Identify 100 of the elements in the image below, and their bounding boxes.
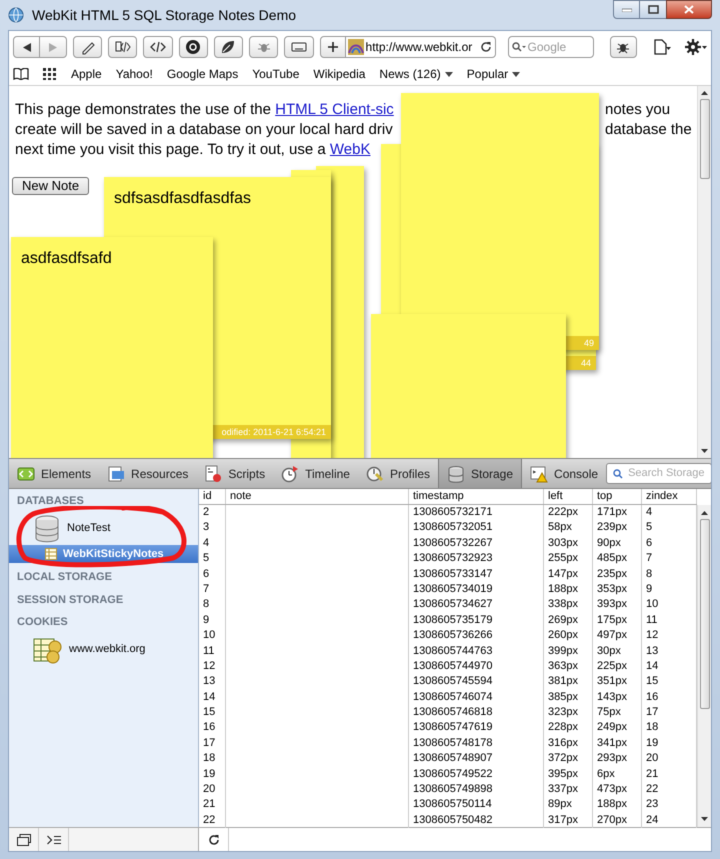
table-cell: 21 <box>199 797 226 813</box>
bookmark-link[interactable]: News (126) <box>379 65 453 83</box>
table-cell: 235px <box>593 566 642 582</box>
table-cell: 6px <box>593 766 642 782</box>
caret-down-icon <box>444 72 453 76</box>
table-cell: 228px <box>544 720 593 736</box>
table-cell: 17 <box>199 736 226 752</box>
column-header[interactable]: top <box>593 489 642 504</box>
page-menu-button[interactable] <box>652 39 671 55</box>
table-cell: 222px <box>544 505 593 520</box>
close-button[interactable] <box>666 0 712 19</box>
table-cell: 385px <box>544 690 593 706</box>
at-button[interactable] <box>178 36 208 58</box>
devtools-tab[interactable]: Elements <box>9 459 100 488</box>
table-cell: 1308605749522 <box>409 766 544 782</box>
table-cell: 381px <box>544 674 593 690</box>
devtools-tab[interactable]: Storage <box>438 459 522 488</box>
refresh-icon <box>208 834 220 846</box>
address-field[interactable]: http://www.webkit.or <box>346 36 496 58</box>
settings-icon <box>684 39 707 55</box>
column-header[interactable]: zindex <box>642 489 697 504</box>
table-cell: 10 <box>199 628 226 644</box>
section-heading: LOCAL STORAGE <box>16 570 113 585</box>
table-cell: 1308605735179 <box>409 612 544 628</box>
table-cell: 89px <box>544 797 593 813</box>
note-text: asdfasdfsafd <box>20 249 113 269</box>
bookmark-link[interactable]: Yahoo! <box>116 65 153 83</box>
bookmark-link[interactable]: Apple <box>71 65 102 83</box>
table-cell: 473px <box>593 782 642 798</box>
column-header[interactable]: id <box>199 489 226 504</box>
database-icon <box>33 514 61 542</box>
bookmark-link[interactable]: Wikipedia <box>313 65 366 83</box>
table-cell: 337px <box>544 782 593 798</box>
table-cell: 497px <box>593 628 642 644</box>
table-cell: 12 <box>199 658 226 674</box>
back-button[interactable] <box>13 36 40 58</box>
leaf-button[interactable] <box>214 36 244 58</box>
column-header[interactable]: note <box>226 489 409 504</box>
scrollbar-thumb[interactable] <box>700 519 710 709</box>
leaf-icon <box>220 39 236 55</box>
script-icon <box>204 464 222 482</box>
table-cell: 1308605750114 <box>409 797 544 813</box>
scrollbar[interactable] <box>697 505 711 827</box>
bookmark-link[interactable]: Popular <box>466 65 520 83</box>
sidebar-item[interactable]: www.webkit.org <box>9 632 198 666</box>
add-bookmark-button[interactable] <box>320 36 346 58</box>
table-cell: 4 <box>199 536 226 552</box>
section-heading: DATABASES <box>16 494 85 509</box>
table-cell: 3 <box>199 520 226 536</box>
table-cell: 303px <box>544 536 593 552</box>
text-link[interactable]: WebK <box>330 140 370 160</box>
table-cell: 225px <box>593 658 642 674</box>
table-cell: 1308605749898 <box>409 782 544 798</box>
table-cell: 1308605732171 <box>409 505 544 520</box>
inspect-button[interactable] <box>249 36 278 58</box>
scrollbar-thumb[interactable] <box>700 99 710 179</box>
scroll-down-icon <box>701 449 708 453</box>
table-cell: 338px <box>544 597 593 613</box>
table-cell: 8 <box>199 597 226 613</box>
console-icon <box>530 464 548 482</box>
maximize-button[interactable] <box>640 0 666 19</box>
devtools-tab[interactable]: Profiles <box>358 459 438 488</box>
scrollbar[interactable] <box>697 86 711 458</box>
table-cell: 30px <box>593 644 642 659</box>
code-brackets-icon <box>150 39 166 55</box>
keyboard-button[interactable] <box>284 36 314 58</box>
column-header[interactable]: left <box>544 489 593 504</box>
column-header[interactable]: timestamp <box>409 489 544 504</box>
code-check-icon <box>114 39 131 55</box>
table-cell: 372px <box>544 751 593 767</box>
table-cell: 395px <box>544 766 593 782</box>
devtools-tab[interactable]: Resources <box>99 459 196 488</box>
search-icon <box>512 42 526 52</box>
debug-button[interactable] <box>610 36 637 58</box>
devtools-tab[interactable]: Console <box>522 459 606 488</box>
table-cell: 58px <box>544 520 593 536</box>
paragraph-text: This page demonstrates the use of the <box>15 100 272 120</box>
table-cell: 143px <box>593 690 642 706</box>
text-link[interactable]: HTML 5 Client-sic <box>275 100 394 120</box>
validate-button[interactable] <box>108 36 138 58</box>
window-icon <box>16 834 30 846</box>
table-cell: 1308605732923 <box>409 551 544 567</box>
book-icon <box>13 68 29 80</box>
table-cell: 5 <box>199 551 226 567</box>
table-cell: 1308605733147 <box>409 566 544 582</box>
css-button[interactable] <box>73 36 102 58</box>
devtools-tab[interactable]: Scripts <box>196 459 274 488</box>
table-cell: 188px <box>544 582 593 598</box>
scroll-down-icon <box>701 817 708 821</box>
plus-icon <box>328 42 338 52</box>
new-note-button[interactable]: New Note <box>12 177 90 195</box>
settings-button[interactable] <box>684 39 707 55</box>
table-cell: 90px <box>593 536 642 552</box>
devtools-tab[interactable]: Timeline <box>273 459 358 488</box>
bookmark-link[interactable]: YouTube <box>252 65 300 83</box>
bookmark-link[interactable]: Google Maps <box>166 65 238 83</box>
source-button[interactable] <box>143 36 173 58</box>
minimize-button[interactable] <box>613 0 640 19</box>
section-heading: SESSION STORAGE <box>16 592 124 608</box>
sidebar-item[interactable]: NoteTest <box>9 512 198 544</box>
